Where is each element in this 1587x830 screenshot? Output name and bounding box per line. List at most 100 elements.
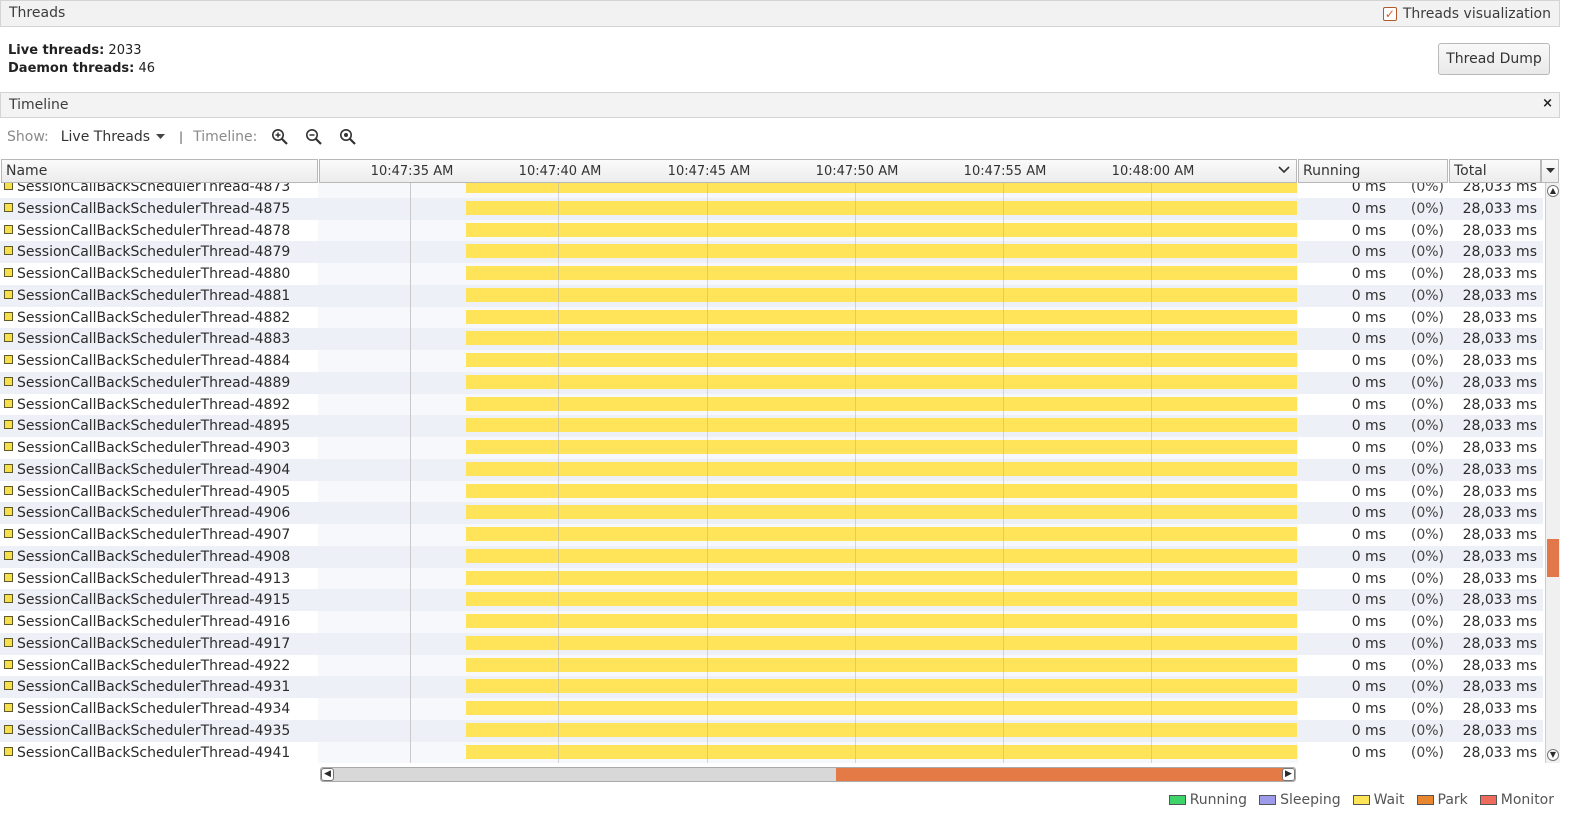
column-menu-button[interactable] <box>1541 159 1559 183</box>
table-row[interactable]: SessionCallBackSchedulerThread-4889 0 ms(… <box>0 371 1543 394</box>
running-time: 0 ms <box>1298 371 1396 394</box>
table-row[interactable]: SessionCallBackSchedulerThread-4908 0 ms(… <box>0 545 1543 568</box>
table-row[interactable]: SessionCallBackSchedulerThread-4903 0 ms(… <box>0 437 1543 459</box>
thread-state-icon <box>4 289 13 299</box>
thread-name-cell: SessionCallBackSchedulerThread-4881 <box>0 284 318 307</box>
threads-panel-title: Threads <box>9 5 66 21</box>
thread-timeline-cell <box>318 611 1298 633</box>
scroll-up-icon[interactable]: ▲ <box>1547 185 1559 197</box>
zoom-out-icon[interactable] <box>303 126 325 148</box>
table-row[interactable]: SessionCallBackSchedulerThread-4935 0 ms(… <box>0 719 1543 742</box>
table-row[interactable]: SessionCallBackSchedulerThread-4916 0 ms(… <box>0 611 1543 633</box>
table-row[interactable]: SessionCallBackSchedulerThread-4904 0 ms(… <box>0 458 1543 481</box>
total-time: 28,033 ms <box>1448 415 1543 438</box>
thread-dump-button[interactable]: Thread Dump <box>1438 43 1550 75</box>
timeline-panel-title: Timeline <box>9 97 69 113</box>
running-time: 0 ms <box>1298 415 1396 438</box>
table-row[interactable]: SessionCallBackSchedulerThread-4883 0 ms(… <box>0 328 1543 351</box>
threads-panel-header: Threads ✓ Threads visualization <box>0 0 1560 27</box>
thread-timeline-cell <box>318 371 1298 394</box>
scroll-down-icon[interactable]: ▼ <box>1547 749 1559 761</box>
table-row[interactable]: SessionCallBackSchedulerThread-4915 0 ms(… <box>0 589 1543 612</box>
thread-timeline-cell <box>318 502 1298 525</box>
thread-timeline-cell <box>318 197 1298 220</box>
scroll-right-icon[interactable]: ▶ <box>1282 768 1295 781</box>
total-time: 28,033 ms <box>1448 458 1543 481</box>
wait-state-bar <box>466 200 1297 215</box>
column-header-name[interactable]: Name <box>1 159 318 183</box>
table-row[interactable]: SessionCallBackSchedulerThread-4881 0 ms(… <box>0 284 1543 307</box>
table-row[interactable]: SessionCallBackSchedulerThread-4878 0 ms(… <box>0 219 1543 242</box>
table-row[interactable]: SessionCallBackSchedulerThread-4922 0 ms(… <box>0 654 1543 677</box>
wait-state-bar <box>466 592 1297 607</box>
running-percent: (0%) <box>1396 284 1448 307</box>
thread-name-cell: SessionCallBackSchedulerThread-4904 <box>0 458 318 481</box>
thread-name-cell: SessionCallBackSchedulerThread-4917 <box>0 632 318 655</box>
table-row[interactable]: SessionCallBackSchedulerThread-4913 0 ms(… <box>0 567 1543 590</box>
running-time: 0 ms <box>1298 719 1396 742</box>
thread-state-icon <box>4 246 13 256</box>
checkbox-checked-icon[interactable]: ✓ <box>1382 7 1397 21</box>
total-time: 28,033 ms <box>1448 328 1543 351</box>
show-dropdown-value: Live Threads <box>60 129 151 145</box>
show-dropdown[interactable]: Live Threads <box>60 129 166 145</box>
running-time: 0 ms <box>1298 698 1396 720</box>
table-row[interactable]: SessionCallBackSchedulerThread-4917 0 ms(… <box>0 632 1543 655</box>
thread-state-icon <box>4 507 13 517</box>
vertical-scrollbar[interactable]: ▲ ▼ <box>1545 183 1560 763</box>
scroll-left-icon[interactable]: ◀ <box>321 768 334 781</box>
legend-swatch <box>1416 795 1434 805</box>
table-row[interactable]: SessionCallBackSchedulerThread-4905 0 ms(… <box>0 480 1543 503</box>
total-time: 28,033 ms <box>1448 183 1543 198</box>
table-row[interactable]: SessionCallBackSchedulerThread-4931 0 ms(… <box>0 676 1543 699</box>
running-percent: (0%) <box>1396 611 1448 633</box>
thread-name-cell: SessionCallBackSchedulerThread-4875 <box>0 197 318 220</box>
horizontal-scroll-thumb[interactable] <box>836 768 1284 781</box>
running-percent: (0%) <box>1396 306 1448 329</box>
running-time: 0 ms <box>1298 741 1396 763</box>
legend-label: Sleeping <box>1280 792 1341 808</box>
zoom-in-icon[interactable] <box>269 126 291 148</box>
threads-visualization-toggle[interactable]: ✓ Threads visualization <box>1382 6 1551 22</box>
running-percent: (0%) <box>1396 524 1448 546</box>
table-row[interactable]: SessionCallBackSchedulerThread-4892 0 ms(… <box>0 393 1543 416</box>
thread-name-cell: SessionCallBackSchedulerThread-4889 <box>0 371 318 394</box>
thread-name-cell: SessionCallBackSchedulerThread-4906 <box>0 502 318 525</box>
vertical-scroll-thumb[interactable] <box>1547 539 1559 577</box>
table-row[interactable]: SessionCallBackSchedulerThread-4875 0 ms(… <box>0 197 1543 220</box>
close-icon[interactable]: × <box>1542 96 1553 111</box>
table-row[interactable]: SessionCallBackSchedulerThread-4884 0 ms(… <box>0 350 1543 372</box>
thread-timeline-cell <box>318 676 1298 699</box>
thread-name-cell: SessionCallBackSchedulerThread-4873 <box>0 183 318 198</box>
timeline-toolbar: Show: Live Threads | Timeline: <box>7 126 359 148</box>
table-row[interactable]: SessionCallBackSchedulerThread-4879 0 ms(… <box>0 241 1543 264</box>
table-row[interactable]: SessionCallBackSchedulerThread-4906 0 ms(… <box>0 502 1543 525</box>
column-header-running[interactable]: Running <box>1298 159 1448 183</box>
table-row[interactable]: SessionCallBackSchedulerThread-4941 0 ms(… <box>0 741 1543 763</box>
chevron-down-icon[interactable] <box>1278 165 1290 175</box>
table-row[interactable]: SessionCallBackSchedulerThread-4880 0 ms(… <box>0 263 1543 285</box>
chevron-down-icon <box>1545 168 1555 173</box>
thread-name: SessionCallBackSchedulerThread-4875 <box>17 200 291 217</box>
table-row[interactable]: SessionCallBackSchedulerThread-4907 0 ms(… <box>0 524 1543 546</box>
horizontal-scrollbar[interactable]: ◀ ▶ <box>320 767 1296 782</box>
table-row[interactable]: SessionCallBackSchedulerThread-4934 0 ms(… <box>0 698 1543 720</box>
table-row[interactable]: SessionCallBackSchedulerThread-4873 0 ms(… <box>0 183 1543 198</box>
thread-name: SessionCallBackSchedulerThread-4879 <box>17 244 291 261</box>
column-header-timeline[interactable]: 10:47:35 AM 10:47:40 AM 10:47:45 AM 10:4… <box>319 159 1297 183</box>
table-row[interactable]: SessionCallBackSchedulerThread-4895 0 ms(… <box>0 415 1543 438</box>
table-row[interactable]: SessionCallBackSchedulerThread-4882 0 ms(… <box>0 306 1543 329</box>
time-tick-label: 10:47:45 AM <box>667 164 751 179</box>
column-header-total[interactable]: Total <box>1449 159 1541 183</box>
running-time: 0 ms <box>1298 458 1396 481</box>
running-time: 0 ms <box>1298 545 1396 568</box>
thread-state-icon <box>4 333 13 343</box>
thread-timeline-cell <box>318 350 1298 372</box>
running-time: 0 ms <box>1298 393 1396 416</box>
running-percent: (0%) <box>1396 350 1448 372</box>
thread-name-cell: SessionCallBackSchedulerThread-4908 <box>0 545 318 568</box>
zoom-fit-icon[interactable] <box>337 126 359 148</box>
thread-timeline-cell <box>318 306 1298 329</box>
running-percent: (0%) <box>1396 241 1448 264</box>
thread-timeline-cell <box>318 654 1298 677</box>
